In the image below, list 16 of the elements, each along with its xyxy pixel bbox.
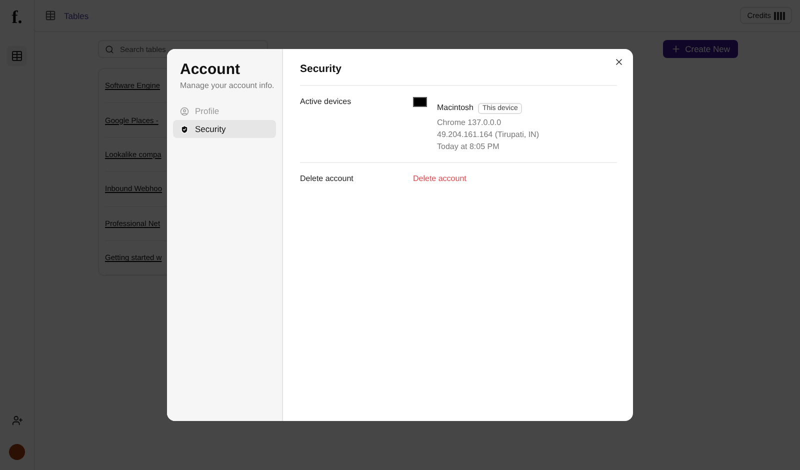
section-title: Security (300, 63, 617, 86)
nav-item[interactable]: Security (173, 120, 276, 138)
device-info: 49.204.161.164 (Tirupati, IN) (437, 130, 539, 139)
close-button[interactable] (614, 57, 624, 67)
user-icon (180, 106, 189, 116)
row-label: Delete account (300, 174, 354, 183)
device-name: Macintosh (437, 103, 474, 112)
row-label: Active devices (300, 97, 352, 108)
nav-item[interactable]: Profile (173, 102, 276, 120)
device-info: Chrome 137.0.0.0 (437, 118, 502, 127)
delete-account-link[interactable]: Delete account (413, 174, 466, 183)
monitor-icon (413, 97, 427, 107)
device-info: Today at 8:05 PM (437, 142, 500, 151)
dialog-title: Account (179, 61, 241, 78)
dialog-subtitle: Manage your account info. (179, 81, 276, 90)
shield-icon (180, 124, 189, 134)
